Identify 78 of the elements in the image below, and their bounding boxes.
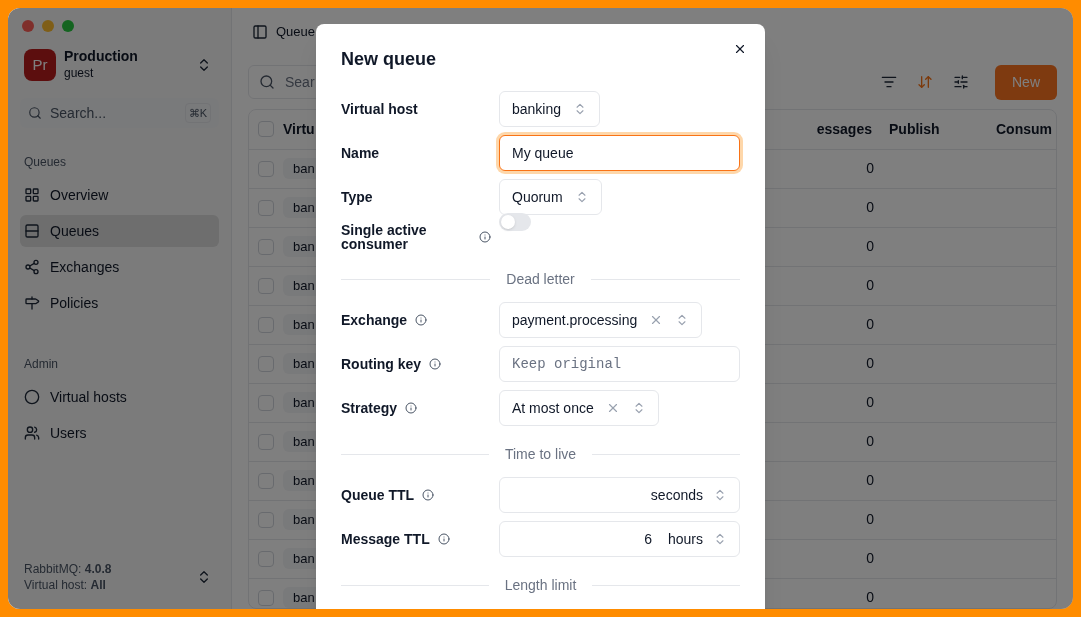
section-divider-label: Time to live xyxy=(504,445,577,464)
footer-info: RabbitMQ: 4.0.8 xyxy=(24,561,113,577)
combobox-value: At most once xyxy=(512,398,594,418)
combobox-field[interactable]: At most once xyxy=(499,390,659,426)
search-placeholder: Search... xyxy=(50,103,108,123)
nodes-icon xyxy=(24,259,40,275)
combobox-value: payment.processing xyxy=(512,310,638,330)
close-icon[interactable] xyxy=(733,42,747,56)
nav-item[interactable]: Policies xyxy=(20,287,219,319)
field-label: Type xyxy=(341,187,373,207)
table-cell: 0 xyxy=(866,199,874,215)
info-icon xyxy=(429,358,442,370)
dialog-title: New queue xyxy=(341,48,438,71)
duration-field[interactable]: seconds xyxy=(499,477,740,513)
table-cell: 0 xyxy=(866,394,874,410)
info-icon xyxy=(415,314,428,326)
workspace-avatar: Pr xyxy=(24,49,56,81)
duration-unit: hours xyxy=(667,529,703,549)
workspace-user: guest xyxy=(64,65,95,82)
nav-item[interactable]: Users xyxy=(20,417,219,449)
table-cell: 0 xyxy=(866,160,874,176)
duration-unit: seconds xyxy=(650,485,703,505)
breadcrumb: Queue xyxy=(276,23,316,41)
column-header[interactable]: Virtu xyxy=(283,120,315,137)
table-cell: 0 xyxy=(866,316,874,332)
footer-info: Virtual host: All xyxy=(24,577,107,593)
column-header[interactable]: Consum xyxy=(996,120,1052,137)
sidebar-toggle-icon[interactable] xyxy=(252,23,268,40)
text-field[interactable]: My queue xyxy=(499,135,740,171)
circle-icon xyxy=(24,389,40,405)
duration-field[interactable]: 6 hours xyxy=(499,521,740,557)
info-icon xyxy=(437,533,450,545)
select-field[interactable]: banking xyxy=(499,91,601,127)
table-cell: 0 xyxy=(866,589,874,605)
duration-amount: 6 xyxy=(644,529,652,549)
workspace-name: Production xyxy=(64,48,139,65)
nav-section-title: Queues xyxy=(23,154,68,171)
column-header[interactable]: Publish xyxy=(889,120,940,137)
nav-item[interactable]: Exchanges xyxy=(20,251,219,283)
field-label: Queue TTL xyxy=(341,485,415,505)
table-cell: 0 xyxy=(866,511,874,527)
nav-item[interactable]: Overview xyxy=(20,179,219,211)
text-field[interactable]: Keep original xyxy=(499,346,740,382)
info-icon xyxy=(479,231,491,243)
search-icon xyxy=(28,106,42,120)
field-label: Virtual host xyxy=(341,99,418,119)
filter-icon[interactable] xyxy=(881,74,897,90)
nav-item[interactable]: Queues xyxy=(20,215,219,247)
settings-icon[interactable] xyxy=(953,74,969,90)
grid-icon xyxy=(24,187,40,203)
table-cell: 0 xyxy=(866,433,874,449)
combobox-field[interactable]: payment.processing xyxy=(499,302,703,338)
users-icon xyxy=(24,425,40,441)
select-field[interactable]: Quorum xyxy=(499,179,602,215)
search-placeholder: Sear xyxy=(285,72,315,92)
field-label: Strategy xyxy=(341,398,398,418)
nav-section-title: Admin xyxy=(23,356,59,373)
toggle-switch[interactable] xyxy=(499,213,531,231)
field-label: Exchange xyxy=(341,310,408,330)
column-header[interactable]: essages xyxy=(816,120,872,137)
stack-icon xyxy=(24,223,40,239)
field-label: Name xyxy=(341,143,380,163)
field-label: Single active consumer xyxy=(341,223,428,251)
info-icon xyxy=(405,402,418,414)
section-divider-label: Length limit xyxy=(504,576,577,595)
table-cell: 0 xyxy=(866,472,874,488)
info-icon xyxy=(422,489,435,501)
table-cell: 0 xyxy=(866,238,874,254)
sort-icon[interactable] xyxy=(917,74,933,90)
section-divider-label: Dead letter xyxy=(506,270,575,289)
field-label: Routing key xyxy=(341,354,422,374)
table-cell: 0 xyxy=(866,355,874,371)
nav-item[interactable]: Virtual hosts xyxy=(20,381,219,413)
table-cell: 0 xyxy=(866,550,874,566)
field-label: Message TTL xyxy=(341,529,430,549)
shortcut-hint: ⌘K xyxy=(184,102,211,124)
table-cell: 0 xyxy=(866,277,874,293)
search-icon xyxy=(259,74,275,90)
